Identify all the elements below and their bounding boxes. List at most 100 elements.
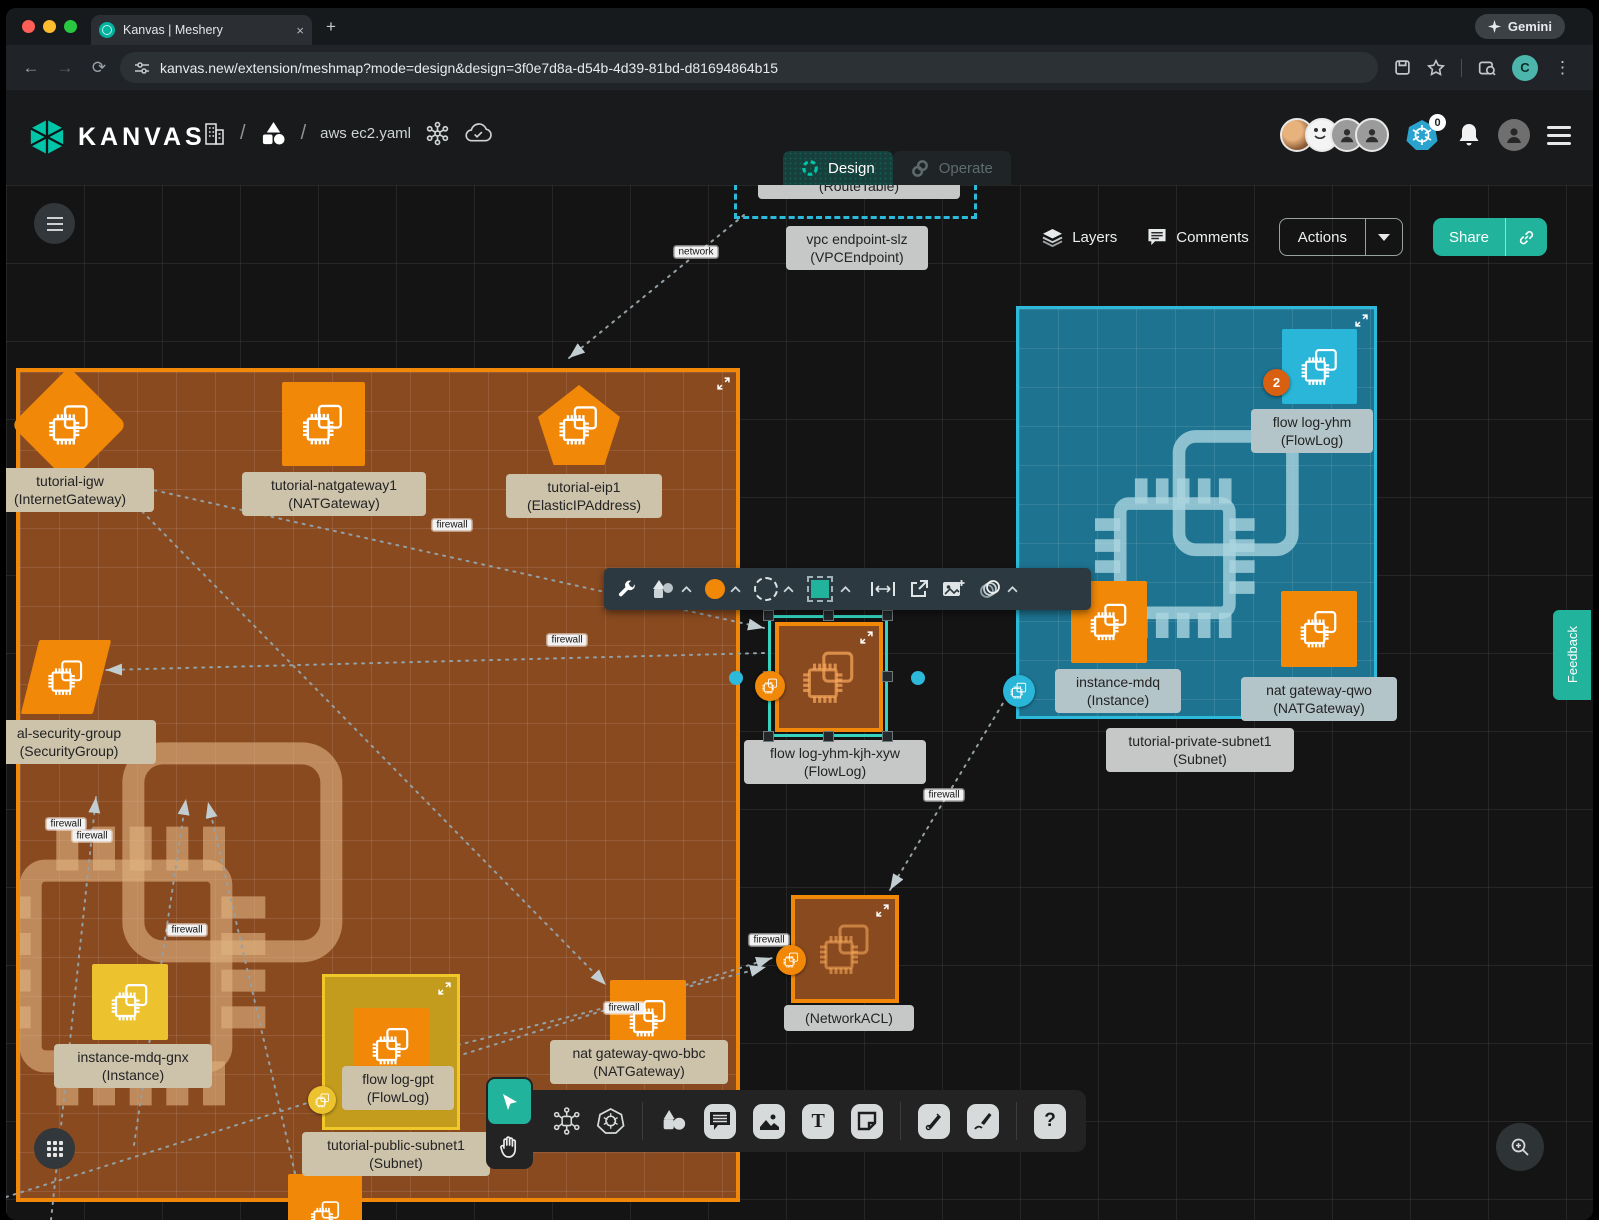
add-image-icon[interactable] xyxy=(942,579,965,599)
network-acl-badge[interactable] xyxy=(776,945,806,975)
merge-designs-icon[interactable] xyxy=(425,121,450,146)
cloud-sync-icon[interactable] xyxy=(464,122,493,144)
edge-label-network: network xyxy=(674,247,717,258)
edge-pen-icon xyxy=(924,1111,944,1131)
help-tool-button[interactable]: ? xyxy=(1034,1104,1066,1139)
notifications-bell-icon[interactable] xyxy=(1457,122,1481,148)
node-tutorial-natgateway1[interactable] xyxy=(282,382,365,466)
pan-tool-button[interactable] xyxy=(493,1129,526,1165)
node-label-al-security-group: al-security-group(SecurityGroup) xyxy=(6,720,156,764)
dock-toolbar: T ? xyxy=(533,1090,1086,1152)
back-button[interactable]: ← xyxy=(14,58,48,78)
forward-button[interactable]: → xyxy=(48,58,82,78)
resize-handle[interactable] xyxy=(823,731,834,742)
workspace-icon[interactable] xyxy=(260,121,287,146)
resize-handle-icon[interactable] xyxy=(860,631,873,644)
node-network-acl[interactable] xyxy=(791,895,899,1003)
subnet-edge-badge[interactable] xyxy=(1003,675,1035,707)
edge-anchor-dot[interactable] xyxy=(729,671,743,685)
tab-design[interactable]: Design xyxy=(783,151,893,185)
feedback-tab[interactable]: Feedback xyxy=(1553,610,1591,700)
comments-button[interactable]: Comments xyxy=(1147,228,1249,247)
gemini-button[interactable]: Gemini xyxy=(1475,14,1565,39)
copy-link-button[interactable] xyxy=(1505,218,1547,256)
resize-width-icon[interactable] xyxy=(870,580,896,598)
save-icon[interactable] xyxy=(1394,59,1411,76)
browser-menu-icon[interactable]: ⋮ xyxy=(1554,58,1571,78)
lasso-tool[interactable] xyxy=(978,579,1018,599)
lens-icon[interactable] xyxy=(1478,59,1496,77)
shape-swap-tool[interactable] xyxy=(811,580,851,598)
open-in-new-icon[interactable] xyxy=(909,579,929,599)
zoom-search-button[interactable] xyxy=(1496,1123,1544,1171)
wrench-icon[interactable] xyxy=(617,579,637,599)
collaborator-avatar[interactable] xyxy=(1355,118,1389,152)
shapes-tool-group[interactable] xyxy=(650,578,692,600)
edge-line[interactable] xyxy=(569,215,744,358)
resize-handle[interactable] xyxy=(882,610,893,621)
reload-button[interactable]: ⟳ xyxy=(82,58,116,78)
image-tool-button[interactable] xyxy=(753,1104,785,1139)
component-chip-icon xyxy=(45,656,87,699)
edge-line[interactable] xyxy=(106,653,764,670)
node-instance-mdq-gnx[interactable] xyxy=(92,964,168,1040)
resize-handle[interactable] xyxy=(823,610,834,621)
edge-anchor-dot[interactable] xyxy=(911,671,925,685)
resize-handle-icon[interactable] xyxy=(438,982,451,995)
mesh-sync-icon[interactable] xyxy=(553,1106,580,1136)
fullscreen-window-button[interactable] xyxy=(64,20,77,33)
layers-button[interactable]: Layers xyxy=(1042,228,1117,247)
actions-button[interactable]: Actions xyxy=(1280,219,1365,255)
edge-pen-tool-button[interactable] xyxy=(918,1104,950,1139)
close-window-button[interactable] xyxy=(22,20,35,33)
text-tool-button[interactable]: T xyxy=(802,1104,834,1139)
app-menu-icon[interactable] xyxy=(1547,126,1571,145)
resize-handle-icon[interactable] xyxy=(1355,314,1368,327)
component-chip-icon xyxy=(798,646,860,708)
close-tab-icon[interactable]: × xyxy=(296,23,304,38)
edge-line[interactable] xyxy=(131,500,606,985)
design-file-name[interactable]: aws ec2.yaml xyxy=(320,125,411,142)
resize-handle-icon[interactable] xyxy=(717,377,730,390)
flow-log-gpt-badge[interactable] xyxy=(308,1086,336,1114)
design-canvas[interactable]: (RouteTable) vpc endpoint-slz(VPCEndpoin… xyxy=(6,185,1593,1220)
mini-chip-icon xyxy=(1009,681,1028,700)
address-bar[interactable]: kanvas.new/extension/meshmap?mode=design… xyxy=(120,52,1378,83)
fill-color-tool[interactable] xyxy=(705,579,741,599)
share-button[interactable]: Share xyxy=(1433,218,1505,256)
resize-handle[interactable] xyxy=(763,610,774,621)
minimize-window-button[interactable] xyxy=(43,20,56,33)
browser-tab[interactable]: Kanvas | Meshery × xyxy=(91,15,312,45)
selected-node-body[interactable] xyxy=(775,622,883,732)
canvas-menu-button[interactable] xyxy=(34,203,75,244)
node-flow-log-selected[interactable] xyxy=(768,615,888,737)
selection-style-tool[interactable] xyxy=(754,577,794,601)
new-tab-button[interactable]: + xyxy=(326,17,336,37)
node-flow-log-yhm[interactable] xyxy=(1282,329,1357,404)
kubernetes-tool-icon[interactable] xyxy=(597,1106,624,1136)
tab-operate[interactable]: Operate xyxy=(893,151,1011,185)
browser-profile-avatar[interactable]: C xyxy=(1512,55,1538,81)
shapes-tool-icon[interactable] xyxy=(660,1108,687,1134)
user-avatar[interactable] xyxy=(1498,119,1530,151)
resize-handle[interactable] xyxy=(882,671,893,682)
selected-node-badge[interactable] xyxy=(755,671,785,701)
resize-handle[interactable] xyxy=(882,731,893,742)
organization-icon[interactable] xyxy=(202,120,226,146)
teal-shape-icon xyxy=(811,580,829,598)
freehand-pen-tool-button[interactable] xyxy=(967,1104,999,1139)
environment-count-badge: 0 xyxy=(1429,114,1446,131)
environment-button[interactable]: 0 xyxy=(1406,119,1440,151)
node-label-tutorial-public-subnet1: tutorial-public-subnet1(Subnet) xyxy=(302,1132,490,1176)
apps-grid-button[interactable] xyxy=(34,1128,75,1169)
node-partial-bottom[interactable] xyxy=(288,1174,362,1220)
actions-dropdown-button[interactable] xyxy=(1365,219,1402,255)
node-nat-gateway-qwo[interactable] xyxy=(1281,591,1357,667)
resize-handle[interactable] xyxy=(763,731,774,742)
bookmark-star-icon[interactable] xyxy=(1427,59,1445,77)
select-tool-button[interactable] xyxy=(488,1079,531,1124)
sticky-note-tool-button[interactable] xyxy=(851,1104,883,1139)
resize-handle-icon[interactable] xyxy=(876,904,889,917)
comment-tool-button[interactable] xyxy=(704,1104,736,1139)
edge-line[interactable] xyxy=(208,802,306,1220)
